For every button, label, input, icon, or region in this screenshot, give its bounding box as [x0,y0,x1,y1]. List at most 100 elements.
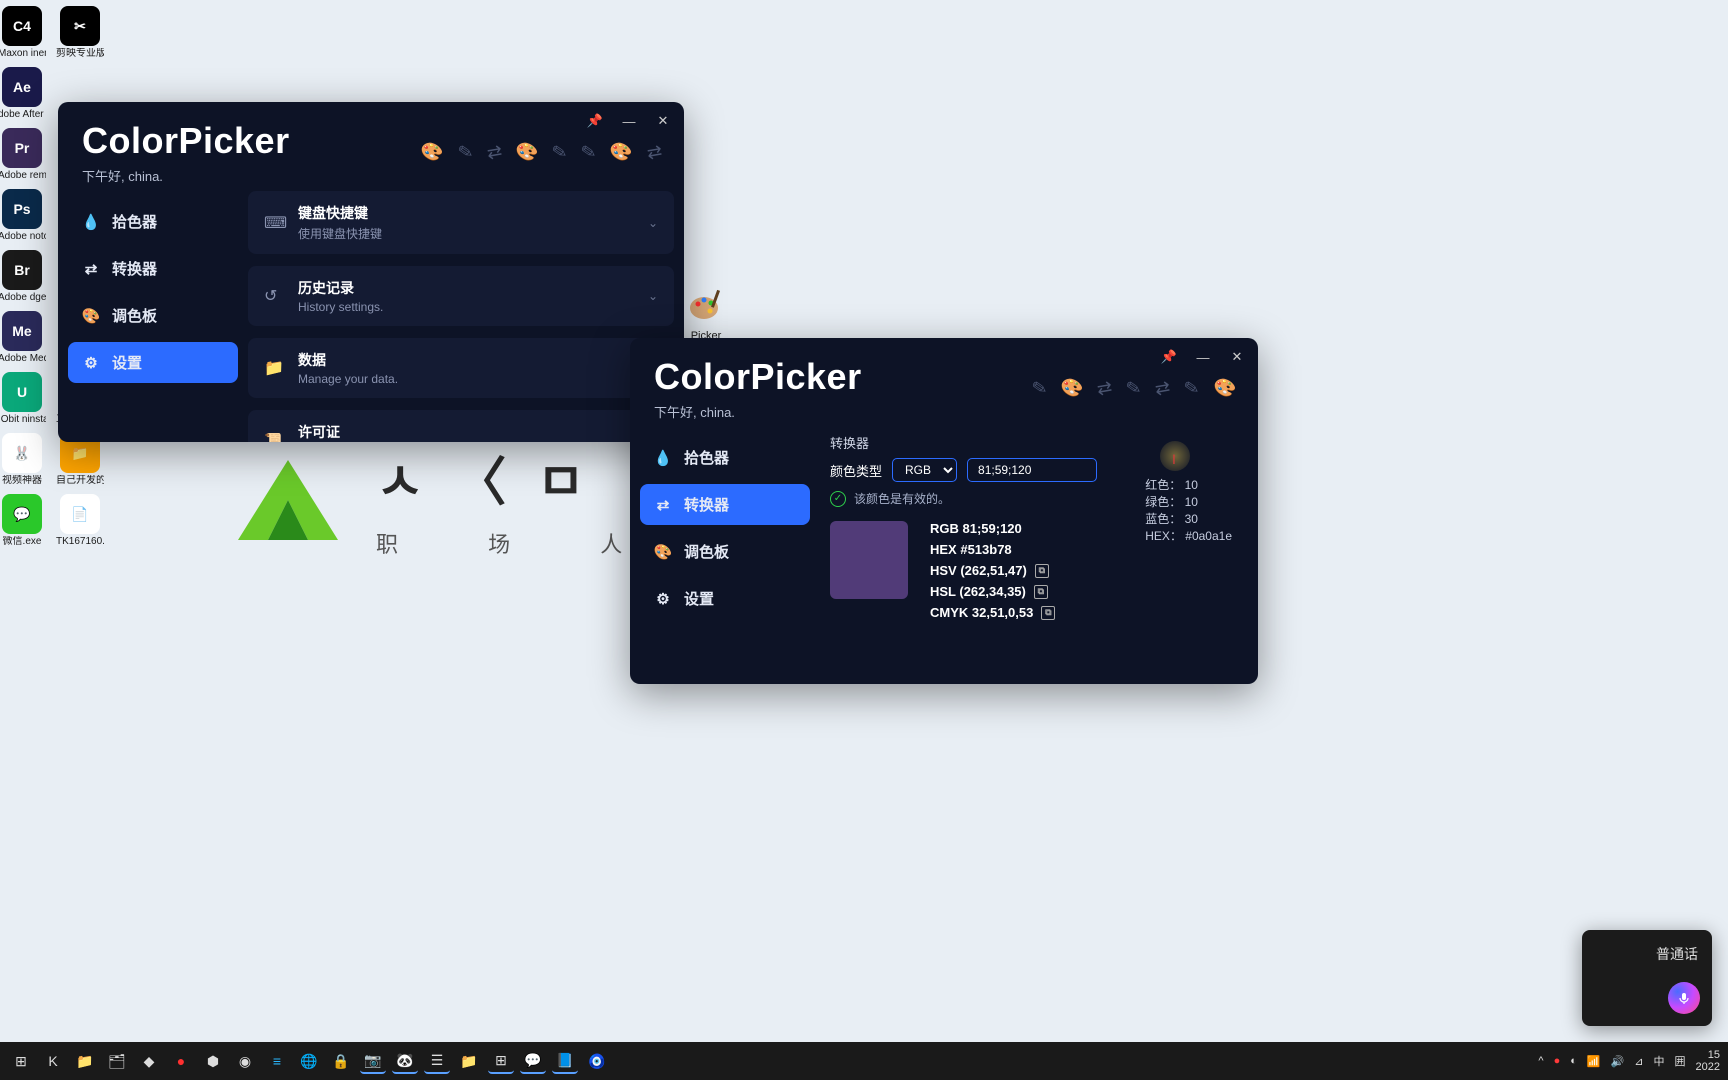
taskbar-app[interactable]: ⊞ [488,1048,514,1074]
tray-wifi-icon[interactable]: ⊿ [1634,1055,1643,1068]
info-green: 绿色： 10 [1145,494,1232,511]
swap-icon: ⇄ [485,141,504,164]
tray-icon[interactable]: ◐ [1570,1055,1577,1067]
color-type-select[interactable]: RGB [892,458,957,482]
taskbar-app[interactable]: K [40,1048,66,1074]
copy-icon[interactable]: ⧉ [1034,585,1048,599]
color-value-input[interactable] [967,458,1097,482]
app-greeting: 下午好, china. [82,166,660,185]
desktop-icon[interactable]: 💬微信.exe [0,494,44,547]
sidebar-item-icon: 💧 [654,449,672,467]
taskbar-app[interactable]: ≡ [264,1048,290,1074]
desktop-icon[interactable]: 🐰视频神器 [0,433,44,486]
result-cmyk: CMYK 32,51,0,53 [930,605,1033,620]
settings-row-subtitle: Manage your data. [298,372,658,386]
sidebar-item-转换器[interactable]: ⇄转换器 [68,248,238,289]
sidebar-item-icon: 🎨 [82,307,100,325]
result-hsv: HSV (262,51,47) [930,563,1027,578]
converter-panel: 转换器 颜色类型 RGB ✓ 该颜色是有效的。 RGB 81;59;120 HE… [820,427,1248,630]
desktop-icon-label: 剪映专业版 [56,48,104,59]
swap-icon: ⇄ [1095,377,1114,400]
ime-lang-box[interactable]: 囲 [1675,1053,1686,1069]
logo-mark [228,450,348,550]
sidebar-item-label: 调色板 [684,541,729,562]
sidebar-item-label: 拾色器 [684,447,729,468]
hover-info-box: 红色： 10 绿色： 10 蓝色： 30 HEX： #0a0a1e [1145,477,1232,545]
taskbar-apps: ⊞K📁🗂◆●⬢◉≡🌐🔒📷🐼☰📁⊞💬📘🧿 [8,1048,610,1074]
settings-row-历史记录[interactable]: ↺历史记录History settings.⌄ [248,266,674,326]
desktop-icon[interactable]: UIObit ninstaller [0,372,44,425]
result-rgb: RGB 81;59;120 [930,521,1022,536]
settings-row-许可证[interactable]: 📜许可证查看许可证 [248,410,674,442]
tray-time[interactable]: 15 [1696,1049,1720,1061]
pencil-icon: ✎ [456,141,475,164]
sidebar-item-设置[interactable]: ⚙设置 [640,578,810,619]
microphone-button[interactable] [1668,982,1700,1014]
app-icon: 🐰 [2,433,42,473]
colorpicker-converter-window: 📌 — ✕ ColorPicker 下午好, china. ✎ 🎨 ⇄ ✎ ⇄ … [630,338,1258,684]
app-icon: U [2,372,42,412]
tray-expand-icon[interactable]: ^ [1538,1055,1543,1067]
taskbar-app[interactable]: 📁 [72,1048,98,1074]
taskbar-app[interactable]: ⊞ [8,1048,34,1074]
desktop-icon[interactable]: MeAdobe Media... [0,311,44,364]
taskbar-app[interactable]: 📁 [456,1048,482,1074]
settings-list: ⌨键盘快捷键使用键盘快捷键⌄↺历史记录History settings.⌄📁数据… [248,191,674,442]
app-icon: Ae [2,67,42,107]
desktop-icon-label: 自己开发的装软件 [56,475,104,486]
desktop-icon[interactable]: PrAdobe remiere... [0,128,44,181]
desktop-icon[interactable]: BrAdobe dge 2022 [0,250,44,303]
taskbar-app[interactable]: 🐼 [392,1048,418,1074]
taskbar-app[interactable]: 💬 [520,1048,546,1074]
desktop-icon-label: Adobe notoshop... [0,231,46,242]
sidebar-item-拾色器[interactable]: 💧拾色器 [68,201,238,242]
desktop-icon[interactable]: Aedobe After ects 2022 [0,67,44,120]
tray-network-icon[interactable]: 📶 [1587,1055,1601,1068]
taskbar-app[interactable]: 📷 [360,1048,386,1074]
tray-record-icon[interactable]: ● [1554,1055,1561,1067]
taskbar: ⊞K📁🗂◆●⬢◉≡🌐🔒📷🐼☰📁⊞💬📘🧿 ^ ● ◐ 📶 🔊 ⊿ 中 囲 15 2… [0,1042,1728,1080]
settings-row-subtitle: History settings. [298,300,634,314]
sidebar-item-icon: ⇄ [654,496,672,514]
taskbar-app[interactable]: 🔒 [328,1048,354,1074]
settings-row-title: 数据 [298,350,658,370]
sidebar-item-label: 设置 [684,588,714,609]
tray-volume-icon[interactable]: 🔊 [1611,1055,1625,1068]
sidebar-item-转换器[interactable]: ⇄转换器 [640,484,810,525]
taskbar-app[interactable]: ☰ [424,1048,450,1074]
sidebar-item-调色板[interactable]: 🎨调色板 [640,531,810,572]
desktop-icon[interactable]: ✂剪映专业版 [58,6,102,59]
pencil-icon: ✎ [551,141,570,164]
sidebar-item-设置[interactable]: ⚙设置 [68,342,238,383]
taskbar-app[interactable]: ◉ [232,1048,258,1074]
ime-lang-zh[interactable]: 中 [1654,1053,1665,1069]
taskbar-app[interactable]: ● [168,1048,194,1074]
desktop-icon[interactable]: 📄TK167160... [58,494,102,547]
copy-icon[interactable]: ⧉ [1035,564,1049,578]
desktop-icon-label: Maxon inema 4... [0,48,46,59]
result-hsl: HSL (262,34,35) [930,584,1026,599]
settings-row-数据[interactable]: 📁数据Manage your data. [248,338,674,398]
taskbar-app[interactable]: 📘 [552,1048,578,1074]
color-type-label: 颜色类型 [830,461,882,480]
colorpicker-settings-window: 📌 — ✕ ColorPicker 下午好, china. 🎨 ✎ ⇄ 🎨 ✎ … [58,102,684,442]
desktop-icon[interactable]: PsAdobe notoshop... [0,189,44,242]
desktop-icon[interactable]: C4Maxon inema 4... [0,6,44,59]
taskbar-app[interactable]: ⬢ [200,1048,226,1074]
swap-icon: ⇄ [1154,377,1173,400]
sidebar-item-icon: ⇄ [82,260,100,278]
copy-icon[interactable]: ⧉ [1041,606,1055,620]
sidebar-item-调色板[interactable]: 🎨调色板 [68,295,238,336]
taskbar-app[interactable]: 🗂 [104,1048,130,1074]
desktop-icon-colorpicker[interactable]: Picker [684,286,728,342]
palette-icon [686,286,726,326]
swap-icon: ⇄ [645,141,664,164]
tray-date[interactable]: 2022 [1696,1061,1720,1073]
sidebar-item-拾色器[interactable]: 💧 拾色器 [640,437,810,478]
taskbar-app[interactable]: 🌐 [296,1048,322,1074]
desktop-icon-label: TK167160... [56,536,104,547]
desktop-icon-label: 微信.exe [3,536,42,547]
taskbar-app[interactable]: ◆ [136,1048,162,1074]
taskbar-app[interactable]: 🧿 [584,1048,610,1074]
settings-row-键盘快捷键[interactable]: ⌨键盘快捷键使用键盘快捷键⌄ [248,191,674,254]
